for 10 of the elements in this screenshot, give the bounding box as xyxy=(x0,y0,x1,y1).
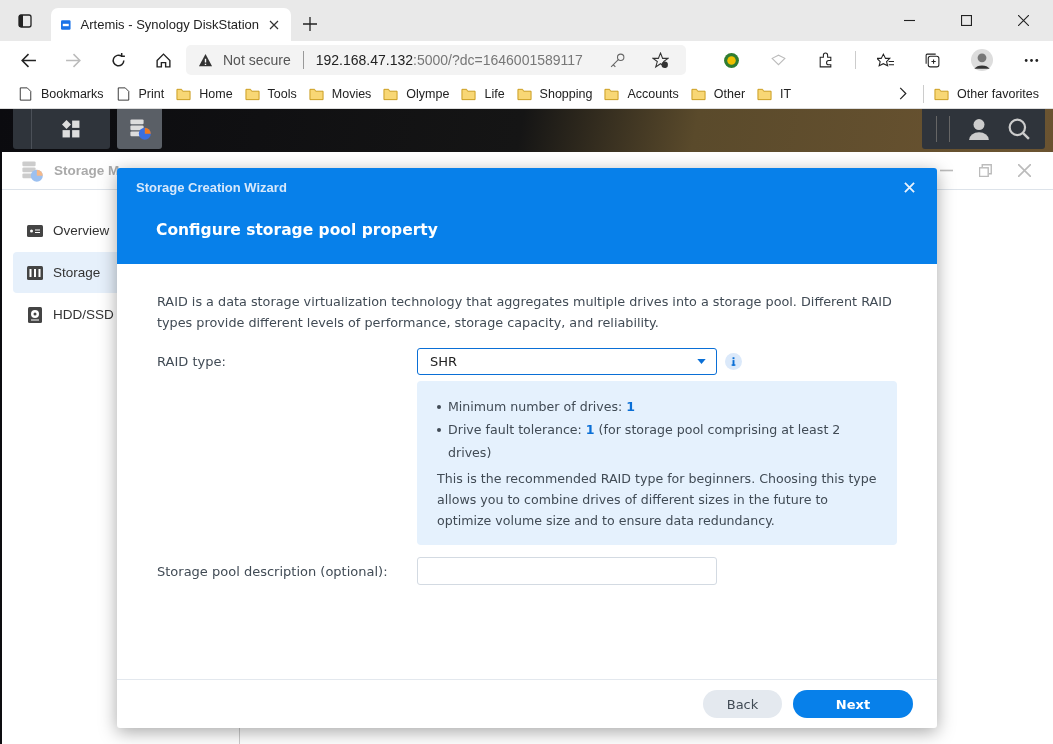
info-text: Drive fault tolerance: 1 (for storage pool comprising at least 2 drives) xyxy=(448,421,842,462)
url-text: 192.168.47.132:5000/?dc=1646001589117 xyxy=(315,52,583,68)
info-text: This is the recommended RAID type for beginners. Choosing this type allows you to combine drives of different sizes in the future to optimize volume size and to ensure data redundancy. xyxy=(437,470,878,530)
info-text: Minimum number of drives: 1 xyxy=(448,398,636,416)
field-label: Storage pool description (optional): xyxy=(157,563,389,579)
dialog-title: Storage Creation Wizard xyxy=(136,179,287,195)
field-label: RAID type: xyxy=(157,353,227,371)
description-text: RAID is a data storage virtualization technology that aggregates multiple drives into a storage pool. Different RAID types provide different levels of performance, storage capacity, and reliability. xyxy=(157,293,893,332)
security-label: Not secure xyxy=(223,52,291,68)
step-heading: Configure storage pool property xyxy=(155,220,439,239)
